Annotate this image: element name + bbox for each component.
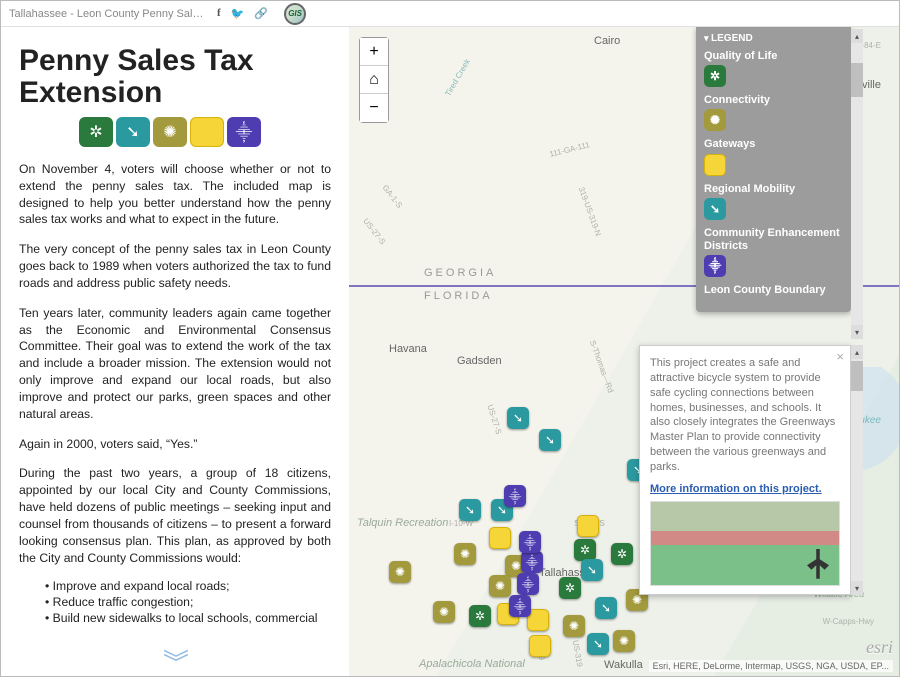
gateways-icon [190, 117, 224, 147]
page-title: Penny Sales Tax Extension [19, 45, 331, 108]
scroll-up-icon[interactable]: ▴ [851, 345, 863, 359]
legend-title[interactable]: LEGEND [704, 33, 843, 44]
road-label: W-Capps-Hwy [823, 617, 874, 626]
story-panel: Penny Sales Tax Extension ✲ ➘ ✺ ⸎ On Nov… [1, 27, 349, 676]
paragraph: The very concept of the penny sales tax … [19, 241, 331, 291]
gis-logo[interactable]: GIS [284, 3, 306, 25]
map-marker[interactable]: ➘ [539, 429, 561, 451]
close-icon[interactable]: × [836, 349, 844, 364]
legend-item[interactable]: Quality of Life✲ [704, 50, 843, 87]
map-marker[interactable]: ⸎ [521, 551, 543, 573]
legend-item[interactable]: Connectivity✺ [704, 94, 843, 131]
paragraph: On November 4, voters will choose whethe… [19, 161, 331, 228]
map-marker[interactable]: ✺ [563, 615, 585, 637]
map-marker[interactable]: ✲ [611, 543, 633, 565]
map-marker[interactable]: ⸎ [509, 595, 531, 617]
legend-item[interactable]: Leon County Boundary [704, 284, 843, 297]
label-gadsden: Gadsden [457, 355, 502, 367]
scroll-thumb[interactable] [851, 361, 863, 391]
app-header: Tallahassee - Leon County Penny Sales...… [1, 1, 899, 27]
app-title: Tallahassee - Leon County Penny Sales... [9, 8, 209, 20]
label-havana: Havana [389, 343, 427, 355]
label-apalachicola: Apalachicola National [419, 658, 525, 670]
facebook-icon[interactable]: f [217, 7, 221, 20]
social-share: f 🐦 🔗 [217, 7, 268, 20]
map-marker[interactable]: ⸎ [504, 485, 526, 507]
map-marker[interactable] [529, 635, 551, 657]
scroll-down-icon[interactable]: ▾ [851, 325, 863, 339]
map-marker[interactable]: ✲ [559, 577, 581, 599]
regional-mobility-icon: ➘ [116, 117, 150, 147]
legend-panel[interactable]: LEGEND Quality of Life✲ Connectivity✺ Ga… [696, 27, 851, 312]
label-talquin: Talquin Recreation [357, 517, 448, 529]
map-marker[interactable] [489, 527, 511, 549]
legend-scrollbar[interactable]: ▴ ▾ [851, 29, 863, 339]
legend-item[interactable]: Community Enhancement Districts⸎ [704, 227, 843, 277]
map-marker[interactable]: ✺ [433, 601, 455, 623]
label-wakulla: Wakulla [604, 659, 643, 671]
map-marker[interactable]: ➘ [587, 633, 609, 655]
map-marker[interactable]: ⸎ [517, 573, 539, 595]
map-marker[interactable]: ➘ [581, 559, 603, 581]
connectivity-icon: ✺ [153, 117, 187, 147]
list-item: Build new sidewalks to local schools, co… [45, 611, 331, 625]
bullet-list: Improve and expand local roads; Reduce t… [19, 579, 331, 625]
list-item: Reduce traffic congestion; [45, 595, 331, 609]
map-marker[interactable]: ✲ [574, 539, 596, 561]
paragraph: Again in 2000, voters said, “Yes.” [19, 436, 331, 453]
esri-logo: esri [866, 637, 893, 658]
map-marker[interactable]: ⸎ [519, 531, 541, 553]
popup-text: This project creates a safe and attracti… [650, 356, 840, 475]
label-georgia: GEORGIA [424, 267, 496, 279]
map-controls: + ⌂ − [359, 37, 389, 123]
map-marker[interactable] [577, 515, 599, 537]
map-marker[interactable]: ✲ [469, 605, 491, 627]
map-marker[interactable]: ✺ [613, 630, 635, 652]
category-icons: ✲ ➘ ✺ ⸎ [79, 117, 331, 147]
popup-scrollbar[interactable]: ▴ ▾ [851, 345, 863, 595]
link-icon[interactable]: 🔗 [254, 7, 268, 20]
map-marker[interactable]: ➘ [595, 597, 617, 619]
zoom-in-button[interactable]: + [360, 38, 388, 66]
twitter-icon[interactable]: 🐦 [231, 7, 245, 20]
quality-of-life-icon: ✲ [79, 117, 113, 147]
map-canvas[interactable]: GEORGIA FLORIDA Cairo Thomasville Havana… [349, 27, 899, 676]
popup-image [650, 501, 840, 586]
scroll-down-icon[interactable]: ▾ [851, 581, 863, 595]
info-popup: × This project creates a safe and attrac… [639, 345, 851, 595]
community-enhancement-icon: ⸎ [227, 117, 261, 147]
scroll-thumb[interactable] [851, 63, 863, 97]
scroll-down-icon[interactable]: ︾ [163, 657, 187, 670]
map-marker[interactable]: ✺ [389, 561, 411, 583]
home-button[interactable]: ⌂ [360, 66, 388, 94]
list-item: Improve and expand local roads; [45, 579, 331, 593]
map-marker[interactable]: ➘ [507, 407, 529, 429]
map-marker[interactable]: ➘ [459, 499, 481, 521]
legend-item[interactable]: Gateways [704, 138, 843, 175]
paragraph: During the past two years, a group of 18… [19, 465, 331, 566]
scroll-up-icon[interactable]: ▴ [851, 29, 863, 43]
map-attribution: Esri, HERE, DeLorme, Intermap, USGS, NGA… [649, 660, 893, 672]
paragraph: Ten years later, community leaders again… [19, 305, 331, 423]
legend-item[interactable]: Regional Mobility➘ [704, 183, 843, 220]
map-marker[interactable]: ✺ [454, 543, 476, 565]
popup-more-link[interactable]: More information on this project. [650, 483, 822, 495]
label-florida: FLORIDA [424, 290, 493, 302]
zoom-out-button[interactable]: − [360, 94, 388, 122]
label-cairo: Cairo [594, 35, 620, 47]
map-marker[interactable]: ✺ [489, 575, 511, 597]
